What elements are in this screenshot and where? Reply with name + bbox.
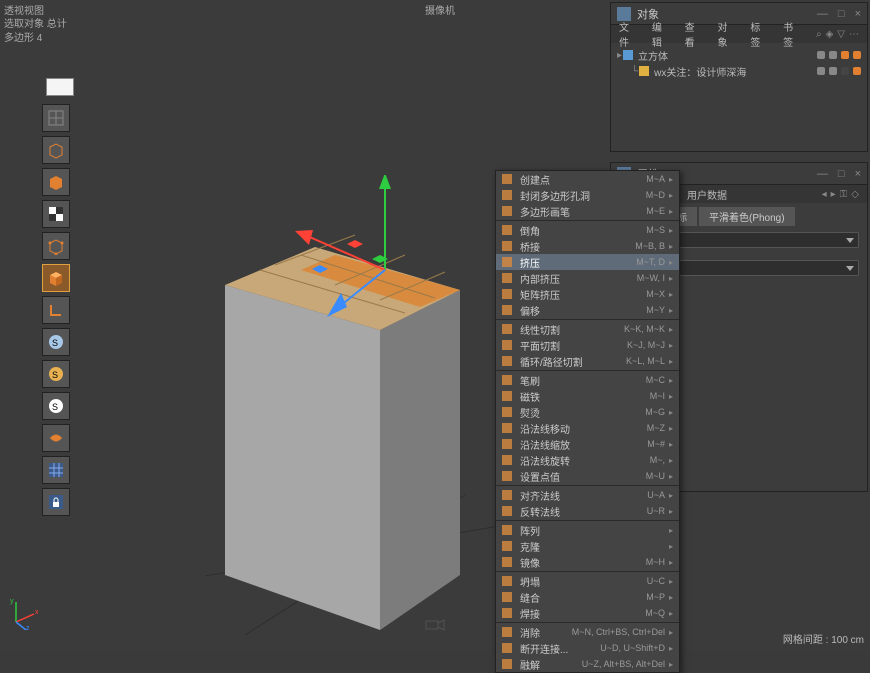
menu-item[interactable]: 笔刷M~C▸ [496, 372, 679, 388]
menu-item[interactable]: 镜像M~H▸ [496, 554, 679, 570]
cube-points-icon[interactable] [42, 232, 70, 260]
viewport-title: 透视视图 [4, 2, 44, 17]
close-icon[interactable]: × [855, 8, 861, 20]
axis-indicator: y x z [8, 594, 44, 630]
viewport-camera-label[interactable]: 摄像机 [425, 2, 455, 17]
close-icon[interactable]: × [855, 168, 861, 180]
filter-icon[interactable]: ▽ [837, 29, 845, 40]
menu-item[interactable]: 磁铁M~I▸ [496, 388, 679, 404]
svg-text:S: S [52, 370, 58, 380]
menu-item[interactable]: 沿法线旋转M~,▸ [496, 452, 679, 468]
minimize-icon[interactable]: — [817, 8, 828, 20]
camera-widget-icon [425, 618, 445, 632]
menu-item[interactable]: 融解U~Z, Alt+BS, Alt+Del▸ [496, 656, 679, 672]
tree-row[interactable]: └ wx关注：设计师深海 [617, 63, 861, 79]
menu-item[interactable]: 断开连接...U~D, U~Shift+D▸ [496, 640, 679, 656]
eye-icon[interactable]: ◈ [826, 29, 834, 40]
checker-icon[interactable] [42, 200, 70, 228]
menu-item[interactable]: 倒角M~S▸ [496, 222, 679, 238]
menu-item[interactable]: 循环/路径切割K~L, M~L▸ [496, 353, 679, 369]
cube-icon[interactable] [42, 168, 70, 196]
circle-s1-icon[interactable]: S [42, 328, 70, 356]
svg-text:x: x [35, 609, 39, 616]
menu-item[interactable]: 焊接M~Q▸ [496, 605, 679, 621]
tree-row[interactable]: ▸ 立方体 [617, 47, 861, 63]
left-toolbar: S S S [42, 78, 72, 520]
svg-text:S: S [52, 402, 58, 412]
objects-panel[interactable]: 对象 — □ × 文件编辑查看对象标签书签 ⌕ ◈▽ ⋯ ▸ 立方体└ wx关注：设计… [610, 2, 868, 152]
more-icon[interactable]: ◇ [851, 189, 859, 200]
menu-书签[interactable]: 书签 [783, 19, 802, 49]
menu-item[interactable]: 封闭多边形孔洞M~D▸ [496, 187, 679, 203]
menu-item[interactable]: 反转法线U~R▸ [496, 503, 679, 519]
search-icon[interactable]: ⌕ [816, 29, 822, 40]
lock-icon[interactable]: ⚿ [840, 189, 848, 200]
deformer-icon[interactable] [42, 424, 70, 452]
grid-icon[interactable] [42, 456, 70, 484]
menu-文件[interactable]: 文件 [619, 19, 638, 49]
cube-outline-icon[interactable] [42, 136, 70, 164]
mesh-icon[interactable] [42, 104, 70, 132]
menu-item[interactable]: 坍塌U~C▸ [496, 573, 679, 589]
cube-geometry [205, 175, 495, 635]
svg-text:y: y [10, 598, 14, 605]
menu-item[interactable]: 多边形画笔M~E▸ [496, 203, 679, 219]
menu-item[interactable]: 桥接M~B, B▸ [496, 238, 679, 254]
menu-item[interactable]: 沿法线缩放M~#▸ [496, 436, 679, 452]
circle-s2-icon[interactable]: S [42, 360, 70, 388]
menu-item[interactable]: 缝合M~P▸ [496, 589, 679, 605]
menu-对象[interactable]: 对象 [717, 19, 736, 49]
menu-item[interactable]: 消除M~N, Ctrl+BS, Ctrl+Del▸ [496, 624, 679, 640]
nav-fwd-icon[interactable]: ▸ [831, 189, 836, 200]
menu-item[interactable]: 熨烫M~G▸ [496, 404, 679, 420]
menu-item[interactable]: 挤压M~T, D▸ [496, 254, 679, 270]
menu-item[interactable]: 创建点M~A▸ [496, 171, 679, 187]
menu-item[interactable]: 沿法线移动M~Z▸ [496, 420, 679, 436]
menu-item[interactable]: 内部挤压M~W, I▸ [496, 270, 679, 286]
menu-查看[interactable]: 查看 [685, 19, 704, 49]
circle-s3-icon[interactable]: S [42, 392, 70, 420]
status-grid: 网格间距 : 100 cm [783, 631, 864, 646]
menu-item[interactable]: 平面切割K~J, M~J▸ [496, 337, 679, 353]
svg-text:S: S [52, 338, 58, 348]
object-tree[interactable]: ▸ 立方体└ wx关注：设计师深海 [611, 43, 867, 83]
tab-平滑着色(Phong)[interactable]: 平滑着色(Phong) [699, 207, 795, 226]
menu-item[interactable]: 克隆▸ [496, 538, 679, 554]
menu-编辑[interactable]: 编辑 [652, 19, 671, 49]
maximize-icon[interactable]: □ [838, 168, 845, 180]
menu-item[interactable]: 对齐法线U~A▸ [496, 487, 679, 503]
context-menu[interactable]: 创建点M~A▸封闭多边形孔洞M~D▸多边形画笔M~E▸ 倒角M~S▸桥接M~B, … [495, 170, 680, 673]
grid-lock-icon[interactable] [42, 488, 70, 516]
menu-item[interactable]: 设置点值M~U▸ [496, 468, 679, 484]
selection-info: 选取对象 总计 多边形 4 [4, 18, 67, 46]
menu-标签[interactable]: 标签 [750, 19, 769, 49]
minimize-icon[interactable]: — [817, 168, 828, 180]
svg-text:z: z [26, 625, 30, 630]
objects-panel-title[interactable]: 对象 — □ × [611, 3, 867, 25]
menu-item[interactable]: 偏移M~Y▸ [496, 302, 679, 318]
menu-item[interactable]: 阵列▸ [496, 522, 679, 538]
more-icon[interactable]: ⋯ [849, 29, 859, 40]
menu-用户数据[interactable]: 用户数据 [687, 187, 727, 202]
corner-icon[interactable] [42, 296, 70, 324]
menu-item[interactable]: 矩阵挤压M~X▸ [496, 286, 679, 302]
objects-panel-menu[interactable]: 文件编辑查看对象标签书签⌕◈▽⋯ [611, 25, 867, 43]
poly-icon[interactable] [42, 264, 70, 292]
menu-item[interactable]: 线性切割K~K, M~K▸ [496, 321, 679, 337]
maximize-icon[interactable]: □ [838, 8, 845, 20]
nav-back-icon[interactable]: ◂ [822, 189, 827, 200]
